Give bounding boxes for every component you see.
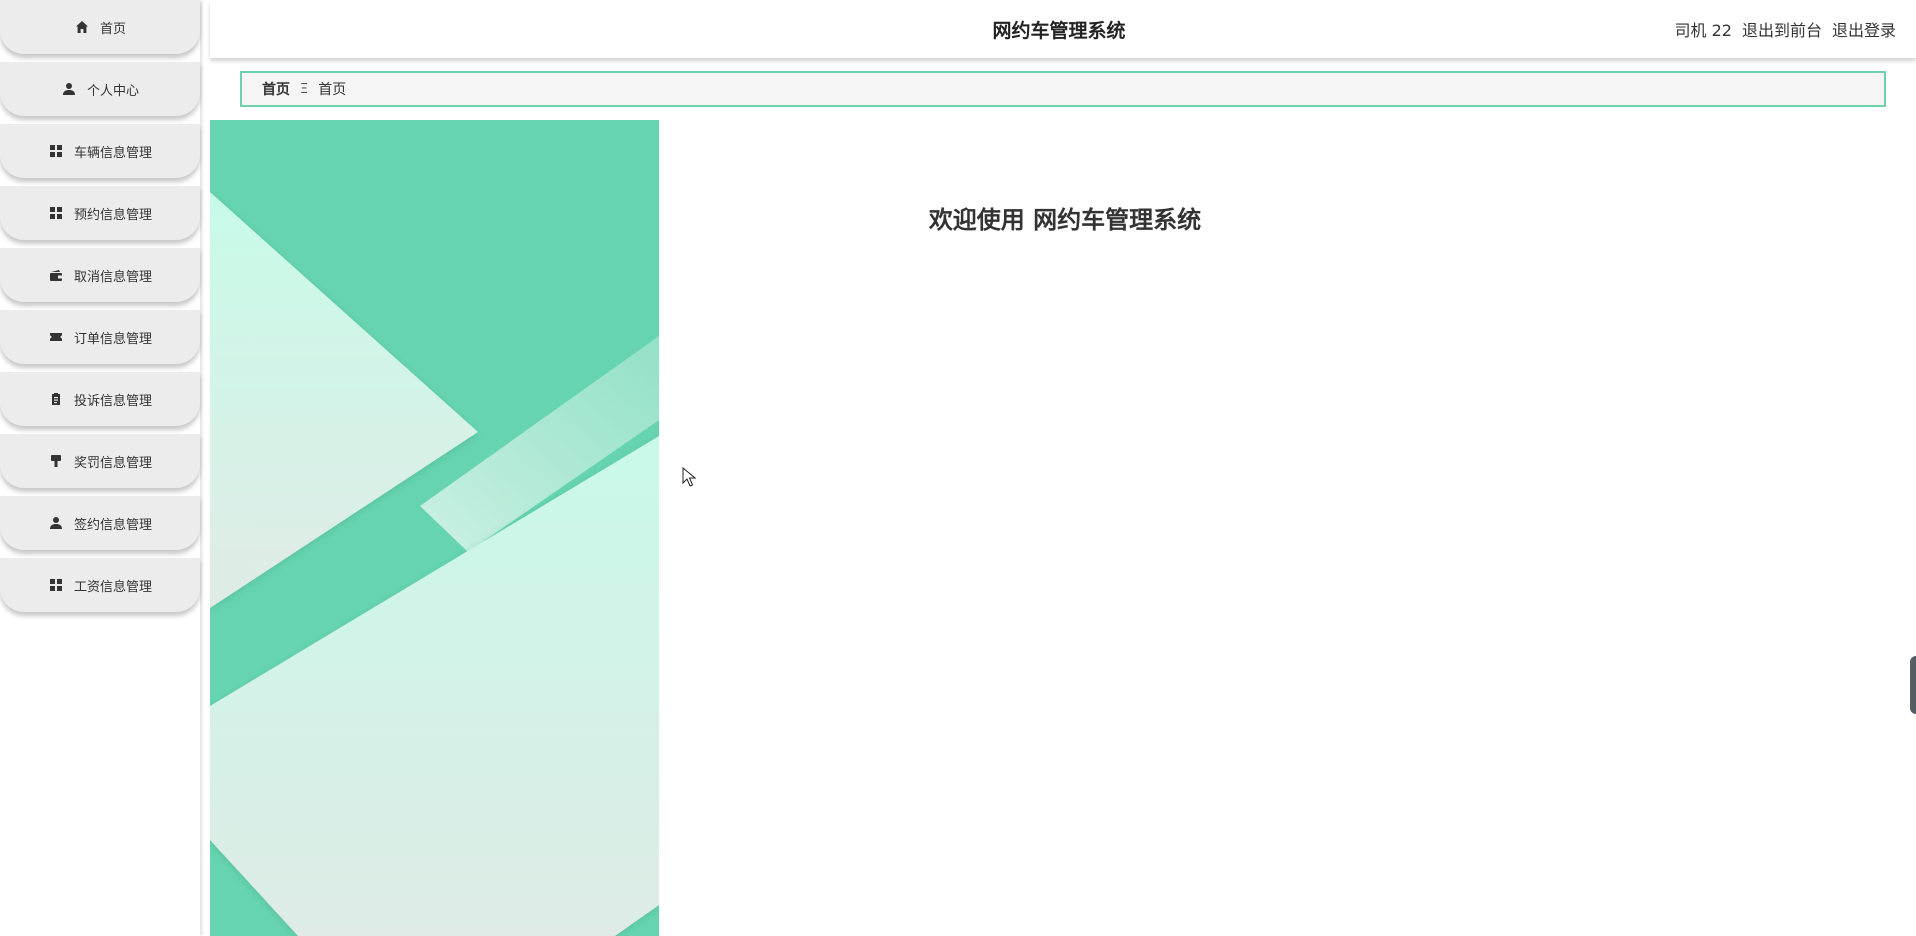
clipboard-icon <box>48 391 64 407</box>
sidebar-item-complaint-info[interactable]: 投诉信息管理 <box>0 372 200 426</box>
sidebar-item-vehicle-info[interactable]: 车辆信息管理 <box>0 124 200 178</box>
sidebar-item-label: 预约信息管理 <box>73 207 152 223</box>
mouse-cursor-icon <box>682 467 696 487</box>
sidebar-item-label: 个人中心 <box>86 83 139 99</box>
sidebar-item-salary-info[interactable]: 工资信息管理 <box>0 558 200 612</box>
sidebar-item-home[interactable]: 首页 <box>0 0 200 54</box>
sidebar-item-label: 订单信息管理 <box>73 331 152 347</box>
user-icon <box>48 515 64 531</box>
breadcrumb-current: 首页 <box>318 82 347 98</box>
sidebar-item-label: 签约信息管理 <box>73 517 152 533</box>
sidebar-item-booking-info[interactable]: 预约信息管理 <box>0 186 200 240</box>
breadcrumb-separator: Ξ <box>300 81 309 97</box>
grid-icon <box>48 577 64 593</box>
welcome-heading: 欢迎使用 网约车管理系统 <box>928 206 1202 234</box>
logout-link[interactable]: 退出登录 <box>1832 0 1896 58</box>
current-user-label: 司机 22 <box>1674 21 1732 40</box>
top-header: 网约车管理系统 司机 22 退出到前台 退出登录 <box>210 0 1916 58</box>
grid-icon <box>48 143 64 159</box>
sidebar-item-label: 投诉信息管理 <box>73 393 152 409</box>
sidebar: 首页 个人中心 车辆信息管理 预约信息管理 取消信息管理 订单信息管理 投诉信息… <box>0 0 200 936</box>
sidebar-item-contract-info[interactable]: 签约信息管理 <box>0 496 200 550</box>
exit-to-front-link[interactable]: 退出到前台 <box>1742 0 1822 58</box>
banner-illustration <box>210 120 659 936</box>
sidebar-item-reward-penalty-info[interactable]: 奖罚信息管理 <box>0 434 200 488</box>
sidebar-item-label: 奖罚信息管理 <box>73 455 152 471</box>
grid-icon <box>48 205 64 221</box>
sidebar-item-cancel-info[interactable]: 取消信息管理 <box>0 248 200 302</box>
ticket-icon <box>48 329 64 345</box>
sidebar-item-label: 取消信息管理 <box>73 269 152 285</box>
sidebar-item-personal-center[interactable]: 个人中心 <box>0 62 200 116</box>
sidebar-item-label: 首页 <box>99 21 126 37</box>
sidebar-item-label: 车辆信息管理 <box>73 145 152 161</box>
sidebar-item-label: 工资信息管理 <box>73 579 152 595</box>
home-icon <box>74 19 90 35</box>
side-drawer-handle[interactable] <box>1910 656 1916 714</box>
user-icon <box>61 81 77 97</box>
breadcrumb-home[interactable]: 首页 <box>262 79 290 99</box>
app-title: 网约车管理系统 <box>992 20 1126 42</box>
breadcrumb: 首页 Ξ 首页 <box>240 71 1886 107</box>
wallet-icon <box>48 267 64 283</box>
sidebar-item-order-info[interactable]: 订单信息管理 <box>0 310 200 364</box>
brush-icon <box>48 453 64 469</box>
header-user-area: 司机 22 退出到前台 退出登录 <box>1675 0 1896 58</box>
